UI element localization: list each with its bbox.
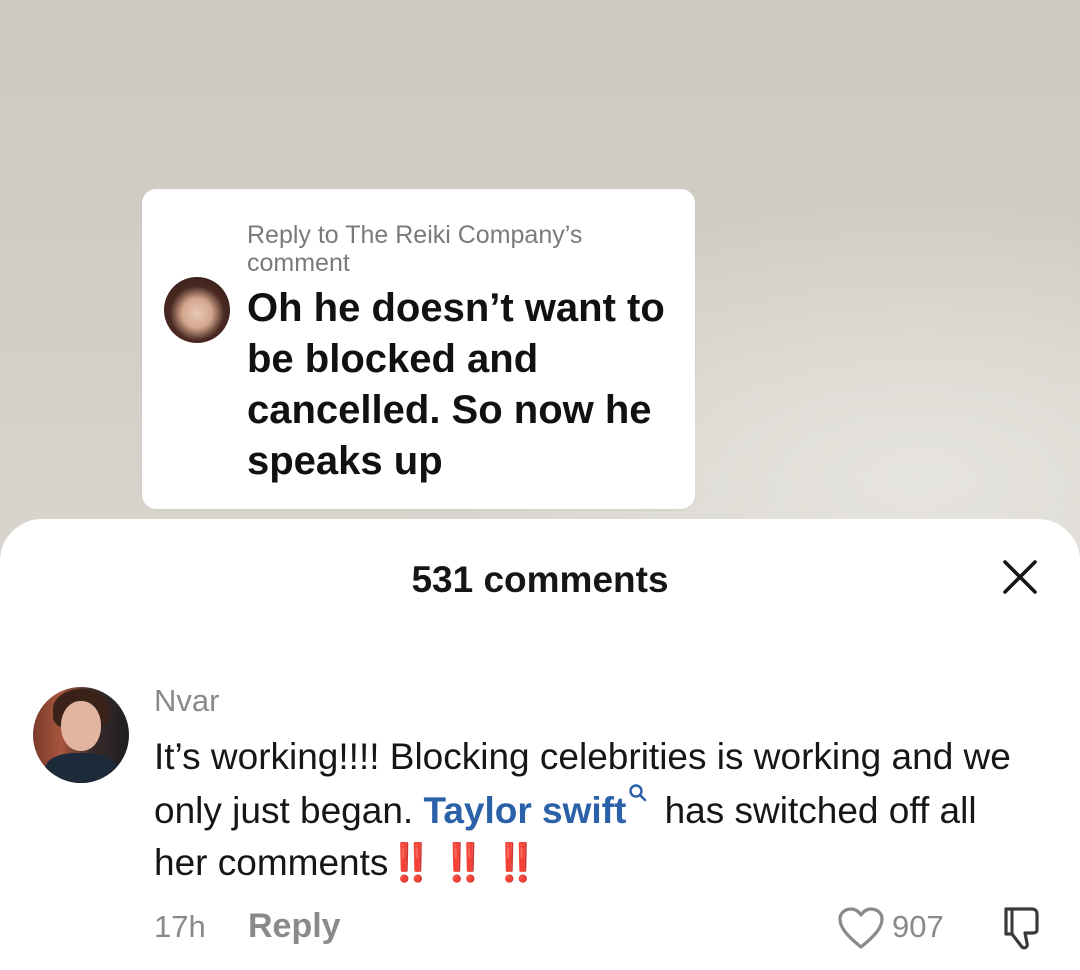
comment-username[interactable]: Nvar bbox=[154, 683, 219, 719]
comment-timestamp: 17h bbox=[154, 909, 206, 944]
double-exclamation-emoji: ‼️ ‼️ ‼️ bbox=[388, 842, 539, 883]
reply-to-comment-card: Reply to The Reiki Company’s comment Oh … bbox=[142, 189, 695, 509]
comment-text: It’s working!!!! Blocking celebrities is… bbox=[154, 731, 1034, 889]
comments-count-title: 531 comments bbox=[411, 559, 669, 600]
like-button[interactable] bbox=[836, 905, 886, 951]
search-icon[interactable] bbox=[628, 783, 648, 803]
close-icon bbox=[1003, 560, 1037, 594]
like-count: 907 bbox=[892, 909, 944, 944]
close-button[interactable] bbox=[998, 555, 1042, 599]
comments-sheet: 531 comments Nvar It’s working!!!! Block… bbox=[0, 519, 1080, 970]
reply-card-text: Oh he doesn’t want to be blocked and can… bbox=[247, 286, 665, 483]
heart-icon bbox=[838, 907, 884, 949]
reply-card-avatar bbox=[164, 277, 230, 343]
thumbs-down-icon bbox=[1004, 907, 1039, 950]
screen: Reply to The Reiki Company’s comment Oh … bbox=[0, 0, 1080, 970]
mention-link[interactable]: Taylor swift bbox=[423, 790, 626, 831]
reply-card-header: Reply to The Reiki Company’s comment bbox=[247, 221, 583, 277]
dislike-button[interactable] bbox=[998, 903, 1044, 953]
video-background[interactable]: Reply to The Reiki Company’s comment Oh … bbox=[0, 0, 1080, 560]
commenter-avatar[interactable] bbox=[33, 687, 129, 783]
reply-button[interactable]: Reply bbox=[248, 907, 341, 946]
